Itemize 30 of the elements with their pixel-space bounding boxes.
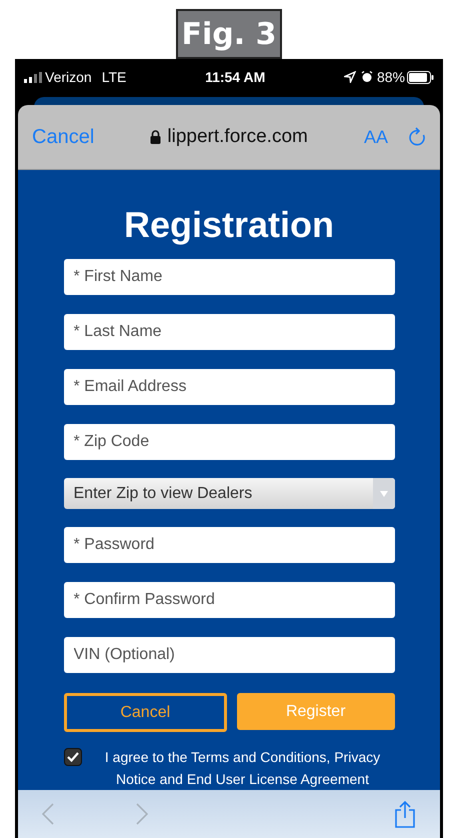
status-time: 11:54 AM: [205, 68, 266, 86]
battery-percent: 88%: [376, 68, 405, 86]
battery-icon: [407, 70, 434, 84]
figure-label: Fig. 3: [176, 9, 282, 59]
agreement-text: I agree to the Terms and Conditions, Privacy Notice and End User License Agreement: [104, 748, 382, 789]
carrier-name: Verizon: [45, 68, 92, 86]
network-type: LTE: [102, 68, 126, 86]
input-field[interactable]: * Password: [64, 527, 394, 563]
input-field[interactable]: * Confirm Password: [64, 582, 394, 618]
input-field[interactable]: * First Name: [64, 259, 394, 295]
alarm-icon: [360, 71, 373, 83]
register-button[interactable]: Register: [237, 693, 394, 730]
dropdown-caret-icon: [380, 490, 388, 496]
input-field[interactable]: * Zip Code: [64, 424, 394, 460]
text-size-button[interactable]: AA: [364, 124, 388, 150]
input-field[interactable]: * Email Address: [64, 369, 394, 405]
cancel-link[interactable]: Cancel: [32, 122, 94, 152]
input-field[interactable]: * Last Name: [64, 314, 394, 350]
input-field[interactable]: VIN (Optional): [64, 637, 394, 673]
reload-icon[interactable]: [408, 127, 426, 147]
signal-icon: [24, 72, 42, 82]
share-icon[interactable]: [394, 800, 416, 828]
checkmark-icon: [66, 752, 78, 762]
page-url: lippert.force.com: [167, 124, 308, 149]
cancel-button[interactable]: Cancel: [64, 693, 227, 732]
dealer-dropdown[interactable]: Enter Zip to view Dealers: [64, 478, 394, 509]
page-title: Registration: [124, 203, 334, 247]
agree-checkbox[interactable]: [64, 748, 82, 766]
lock-icon: [150, 130, 162, 144]
location-arrow-icon: [344, 71, 356, 83]
